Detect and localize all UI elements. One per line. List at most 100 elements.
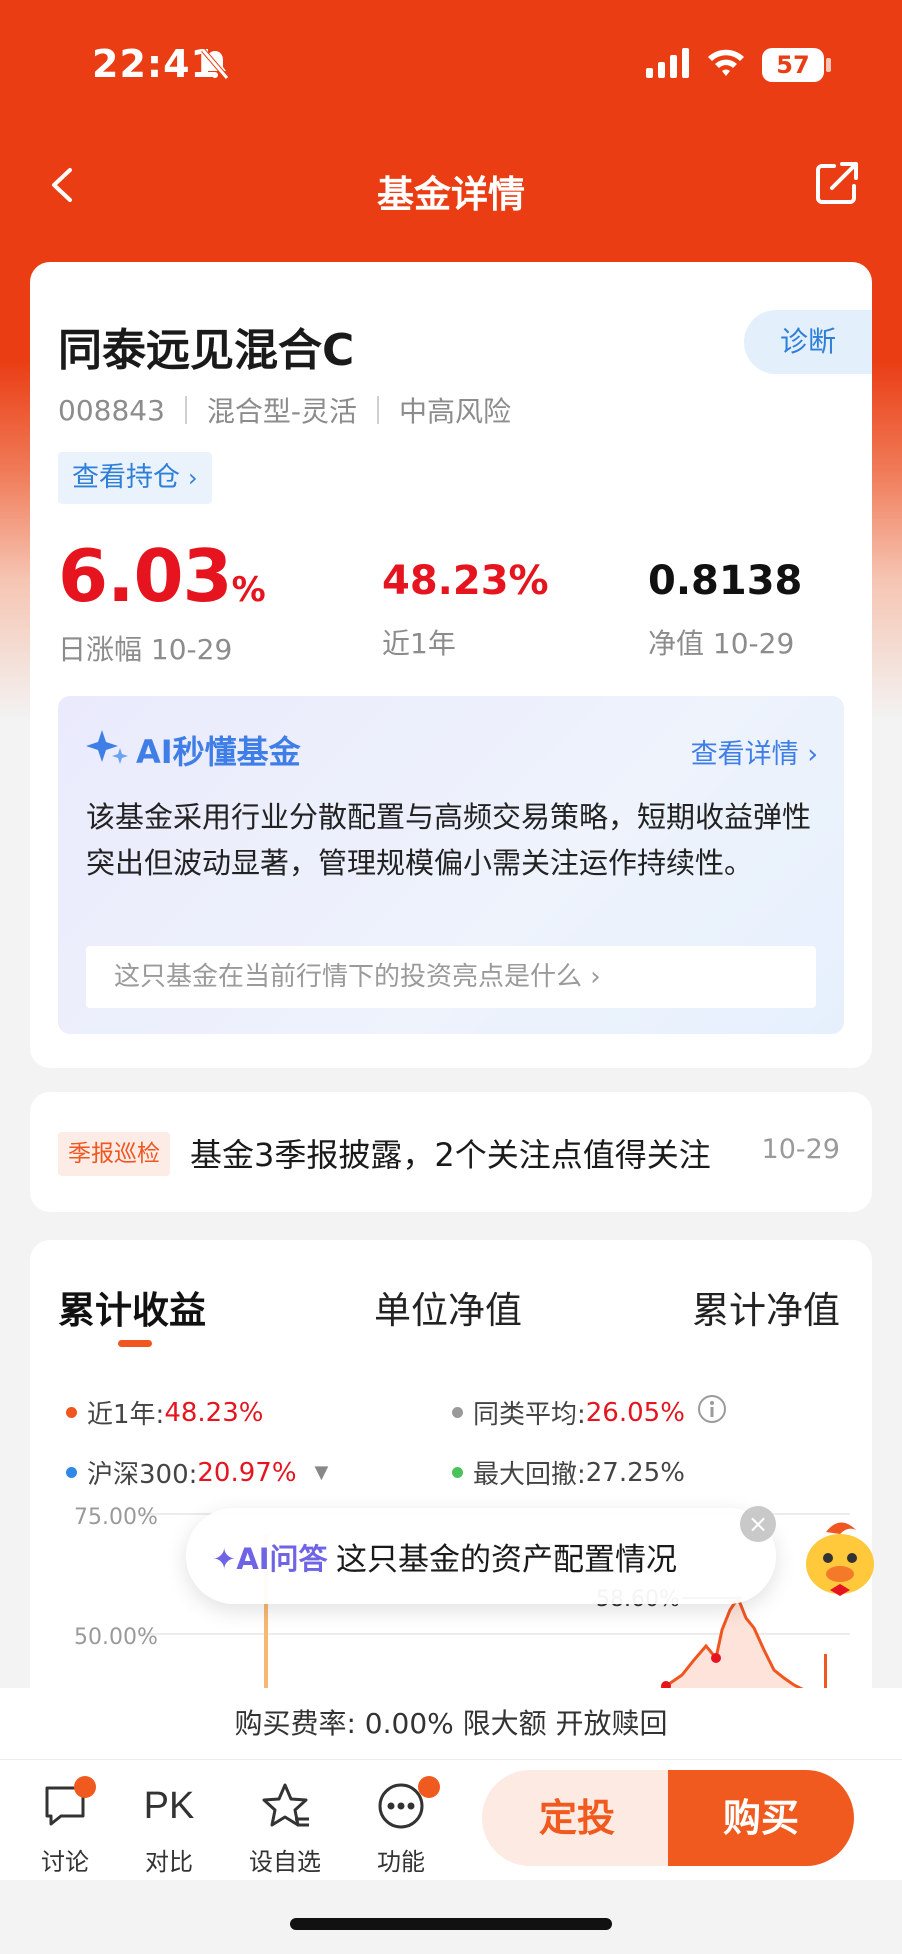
discuss-label: 讨论: [41, 1848, 89, 1876]
features-label: 功能: [377, 1848, 425, 1876]
more-icon-wrap: [356, 1776, 446, 1834]
report-tag: 季报巡检: [58, 1132, 170, 1176]
ai-summary-title-text: AI秒懂基金: [136, 733, 301, 771]
features-button[interactable]: 功能: [356, 1776, 446, 1877]
ai-qa-label-text: AI问答: [236, 1542, 328, 1576]
ai-details-link[interactable]: 查看详情 ›: [691, 732, 818, 771]
fund-meta: 008843 混合型-灵活 中高风险: [58, 390, 511, 430]
daily-change-value: 6.03%: [58, 534, 266, 618]
y-tick-50: 50.00%: [74, 1625, 158, 1650]
home-indicator[interactable]: [290, 1918, 612, 1930]
nav-label: 净值 10-29: [648, 627, 795, 660]
legend-dot: [452, 1407, 463, 1418]
tab-cumulative-return[interactable]: 累计收益: [58, 1280, 206, 1334]
star-icon-wrap: [240, 1778, 330, 1834]
legend-dot: [452, 1467, 463, 1478]
pk-icon: PK: [143, 1784, 195, 1827]
ai-details-label: 查看详情: [690, 739, 799, 770]
legend-year-label: 近1年:: [87, 1400, 165, 1430]
tab-cumulative-nav[interactable]: 累计净值: [692, 1280, 840, 1334]
legend-index[interactable]: 沪深300: 20.97% ▼: [66, 1454, 328, 1491]
ai-summary-box: AI秒懂基金 查看详情 › 该基金采用行业分散配置与高频交易策略，短期收益弹性突…: [58, 696, 844, 1034]
compare-label: 对比: [145, 1848, 193, 1876]
legend-drawdown-label: 最大回撤:: [473, 1460, 586, 1490]
legend-peer-label: 同类平均:: [473, 1400, 586, 1430]
view-holdings-label: 查看持仓: [72, 462, 180, 493]
ai-suggested-question[interactable]: 这只基金在当前行情下的投资亮点是什么 ›: [86, 946, 816, 1008]
year-return-stat: 48.23% 近1年: [382, 534, 549, 662]
report-title: 基金3季报披露，2个关注点值得关注: [190, 1136, 711, 1174]
watchlist-label: 设自选: [249, 1848, 321, 1876]
legend-peer-average: 同类平均: 26.05%: [452, 1394, 727, 1431]
legend-peer-value: 26.05%: [585, 1397, 685, 1428]
discuss-button[interactable]: 讨论: [20, 1776, 110, 1877]
nav-value: 0.8138: [648, 558, 803, 604]
ai-qa-text: 这只基金的资产配置情况: [336, 1542, 677, 1578]
chevron-right-icon: ›: [807, 739, 818, 770]
trade-marker: [711, 1653, 721, 1663]
purchase-fee-bar: 购买费率: 0.00% 限大额 开放赎回: [0, 1688, 902, 1760]
ai-sparkle-icon: [86, 726, 128, 774]
quarterly-report-card[interactable]: 季报巡检 基金3季报披露，2个关注点值得关注 10-29: [30, 1092, 872, 1212]
fund-type: 混合型-灵活: [206, 395, 357, 428]
daily-change-unit: %: [231, 570, 266, 610]
active-tab-indicator: [118, 1340, 152, 1347]
bottom-action-bar: 讨论 PK 对比 设自选 功能 定投 购买: [0, 1760, 902, 1880]
legend-drawdown-value: 27.25%: [585, 1457, 685, 1488]
buy-button[interactable]: 购买: [668, 1770, 854, 1866]
chevron-right-icon: ›: [590, 962, 601, 992]
legend-year-value: 48.23%: [164, 1397, 264, 1428]
star-icon: [262, 1783, 309, 1827]
fund-summary-card: 同泰远见混合C 诊断 008843 混合型-灵活 中高风险 查看持仓 › 6.03…: [30, 262, 872, 1068]
legend-index-label: 沪深300:: [87, 1460, 198, 1490]
daily-change-number: 6.03: [58, 534, 233, 618]
fund-risk: 中高风险: [399, 395, 512, 428]
info-icon[interactable]: [697, 1394, 727, 1431]
diagnose-button[interactable]: 诊断: [744, 310, 872, 374]
ai-summary-text: 该基金采用行业分散配置与高频交易策略，短期收益弹性突出但波动显著，管理规模偏小需…: [86, 800, 812, 880]
share-icon[interactable]: [812, 158, 862, 208]
compare-button[interactable]: PK 对比: [124, 1778, 214, 1877]
return-series-tail: [824, 1654, 827, 1690]
legend-year: 近1年: 48.23%: [66, 1394, 263, 1431]
fund-name: 同泰远见混合C: [58, 325, 355, 376]
year-return-value: 48.23%: [382, 558, 549, 604]
report-date: 10-29: [761, 1134, 840, 1165]
ai-qa-label: ✦AI问答: [212, 1542, 328, 1576]
discuss-icon-wrap: [20, 1776, 110, 1834]
daily-change-label: 日涨幅 10-29: [58, 633, 233, 666]
divider: [184, 396, 187, 424]
battery-tip: [826, 58, 831, 72]
legend-index-value: 20.97%: [197, 1457, 297, 1488]
legend-dot: [66, 1467, 77, 1478]
cellular-signal-icon: [646, 48, 690, 82]
auto-invest-button[interactable]: 定投: [482, 1770, 672, 1866]
dropdown-triangle-icon: ▼: [314, 1462, 329, 1483]
home-indicator-area: [0, 1880, 902, 1954]
wifi-icon: [706, 46, 746, 82]
notification-badge: [74, 1776, 96, 1798]
fund-code: 008843: [58, 393, 165, 427]
battery-icon: 57: [762, 48, 824, 82]
status-bar: 22:41 57: [0, 0, 902, 130]
nav-bar: 基金详情: [0, 140, 902, 230]
close-icon[interactable]: ×: [740, 1506, 776, 1542]
divider: [377, 396, 379, 424]
legend-max-drawdown: 最大回撤: 27.25%: [452, 1454, 685, 1491]
daily-change-stat: 6.03% 日涨幅 10-29: [58, 534, 266, 668]
chevron-right-icon: ›: [188, 464, 198, 492]
ai-qa-bubble[interactable]: ✦AI问答 这只基金的资产配置情况: [186, 1508, 776, 1604]
ai-summary-title: AI秒懂基金: [86, 726, 301, 774]
legend-dot: [66, 1407, 77, 1418]
notification-badge: [418, 1776, 440, 1798]
page-title: 基金详情: [377, 173, 525, 216]
tab-unit-nav[interactable]: 单位净值: [374, 1280, 522, 1334]
compare-icon: PK: [124, 1778, 214, 1834]
bell-muted-icon: [200, 48, 230, 84]
add-watchlist-button[interactable]: 设自选: [240, 1778, 330, 1877]
y-tick-75: 75.00%: [74, 1505, 158, 1530]
view-holdings-link[interactable]: 查看持仓 ›: [58, 452, 212, 504]
mascot-icon[interactable]: [796, 1512, 886, 1606]
ai-question-text: 这只基金在当前行情下的投资亮点是什么: [114, 962, 583, 992]
year-return-label: 近1年: [382, 627, 456, 660]
